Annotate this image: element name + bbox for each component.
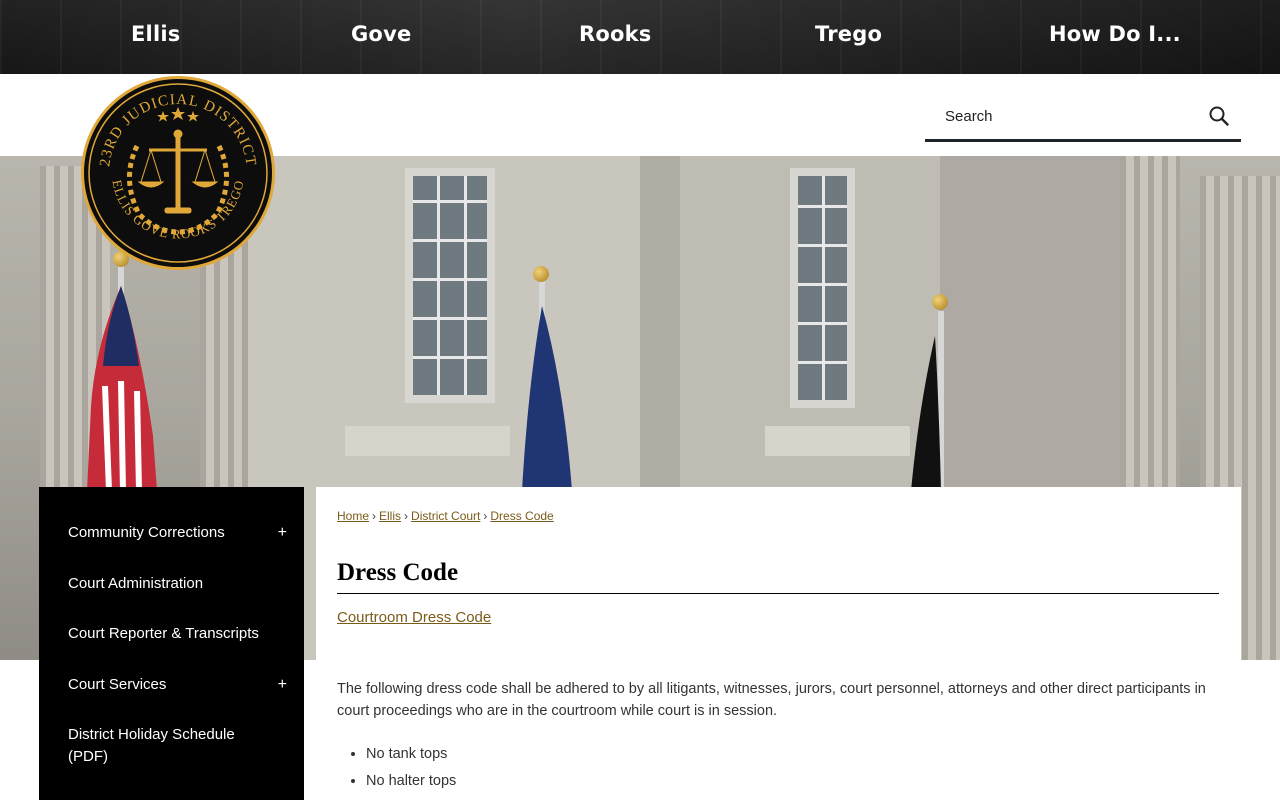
sidebar-item-court-services[interactable]: Court Services +	[68, 674, 293, 696]
search-box	[925, 94, 1241, 142]
breadcrumb-dress-code[interactable]: Dress Code	[490, 509, 553, 523]
nav-item-ellis[interactable]: Ellis	[131, 22, 180, 46]
list-item: No tank tops	[366, 741, 456, 768]
nav-item-rooks[interactable]: Rooks	[579, 22, 652, 46]
breadcrumb-district-court[interactable]: District Court	[411, 509, 480, 523]
sidebar-item-court-administration[interactable]: Court Administration	[68, 573, 293, 595]
list-item: No halter tops	[366, 768, 456, 795]
courtroom-dress-code-link[interactable]: Courtroom Dress Code	[337, 609, 491, 626]
search-input[interactable]	[925, 94, 1195, 138]
nav-item-how-do-i[interactable]: How Do I...	[1049, 22, 1181, 46]
breadcrumb-ellis[interactable]: Ellis	[379, 509, 401, 523]
breadcrumb-home[interactable]: Home	[337, 509, 369, 523]
sidebar-item-label: District Holiday Schedule (PDF)	[68, 726, 235, 765]
pow-flag-image	[911, 336, 941, 491]
sidebar-item-label: Community Corrections	[68, 524, 225, 541]
state-flag-image	[522, 306, 572, 491]
expand-icon[interactable]: +	[278, 674, 287, 696]
breadcrumb: Home › Ellis › District Court › Dress Code	[337, 509, 554, 523]
search-icon[interactable]	[1208, 105, 1230, 127]
main-content: Home › Ellis › District Court › Dress Code Dre…	[316, 487, 1241, 800]
breadcrumb-separator: ›	[372, 509, 377, 523]
sidebar-item-court-reporter[interactable]: Court Reporter & Transcripts	[68, 623, 293, 645]
us-flag-image	[87, 286, 157, 491]
sidebar-item-label: Court Reporter & Transcripts	[68, 625, 259, 642]
district-seal-logo[interactable]: 23RD JUDICIAL DISTRICT ELLIS GOVE ROOKS …	[79, 74, 277, 272]
top-nav-list: Ellis Gove Rooks Trego How Do I...	[0, 0, 1280, 74]
sidebar-item-holiday-schedule[interactable]: District Holiday Schedule (PDF)	[68, 724, 248, 768]
sidebar-navigation: Community Corrections + Court Administra…	[39, 487, 304, 800]
dress-code-list: No tank tops No halter tops	[366, 741, 456, 795]
sidebar-item-label: Court Services	[68, 676, 167, 693]
sidebar-item-label: Court Administration	[68, 575, 204, 592]
expand-icon[interactable]: +	[278, 522, 287, 544]
breadcrumb-separator: ›	[483, 509, 488, 523]
sidebar-item-community-corrections[interactable]: Community Corrections +	[68, 522, 293, 544]
nav-item-trego[interactable]: Trego	[815, 22, 882, 46]
breadcrumb-separator: ›	[404, 509, 409, 523]
page-title: Dress Code	[337, 559, 1219, 594]
dress-code-paragraph: The following dress code shall be adhere…	[337, 681, 1206, 719]
top-navigation: Ellis Gove Rooks Trego How Do I...	[0, 0, 1280, 74]
nav-item-gove[interactable]: Gove	[351, 22, 411, 46]
